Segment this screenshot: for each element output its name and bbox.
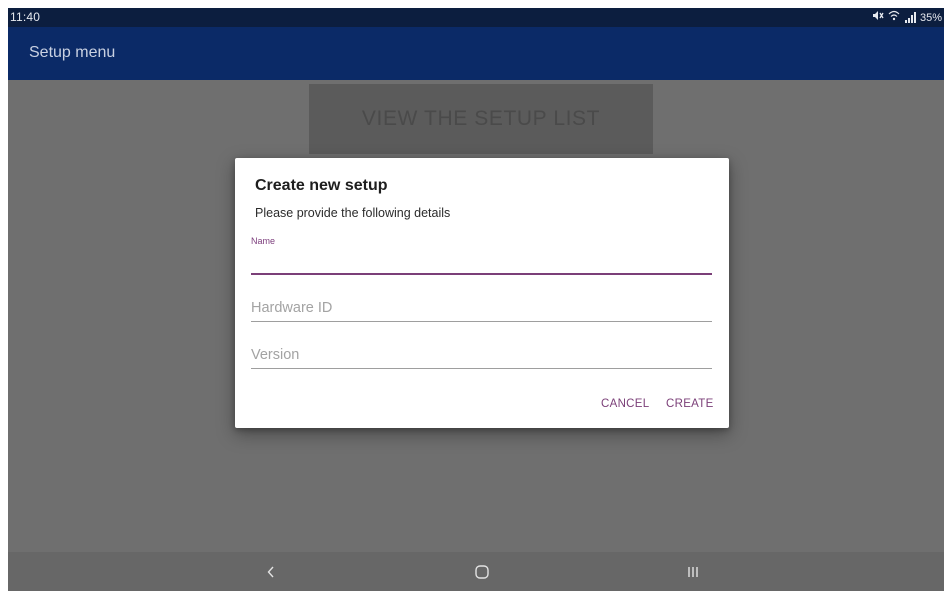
nav-recents-button[interactable] — [663, 552, 723, 591]
device-screen: 11:40 35% Setup menu VIEW THE SETUP LIST… — [8, 8, 944, 591]
hardware-id-field — [251, 298, 712, 324]
app-bar: Setup menu — [8, 27, 944, 80]
view-setup-list-button[interactable]: VIEW THE SETUP LIST — [309, 84, 653, 154]
version-underline — [251, 368, 712, 369]
back-icon — [266, 565, 276, 579]
status-bar: 11:40 35% — [8, 8, 944, 27]
home-icon — [474, 564, 490, 580]
wifi-icon — [888, 10, 900, 25]
cancel-button[interactable]: CANCEL — [601, 398, 649, 410]
hardware-id-underline — [251, 321, 712, 322]
app-title: Setup menu — [29, 44, 116, 61]
version-input[interactable] — [251, 345, 712, 365]
nav-back-button[interactable] — [241, 552, 301, 591]
hardware-id-input[interactable] — [251, 298, 712, 318]
version-field — [251, 345, 712, 371]
create-button[interactable]: CREATE — [666, 398, 714, 410]
recents-icon — [686, 565, 700, 579]
name-underline — [251, 273, 712, 275]
dialog-title: Create new setup — [255, 177, 388, 194]
name-input[interactable] — [251, 252, 712, 272]
dialog-subtitle: Please provide the following details — [255, 206, 451, 220]
create-setup-dialog: Create new setup Please provide the foll… — [235, 158, 729, 428]
name-label: Name — [251, 236, 276, 246]
navigation-bar — [8, 552, 944, 591]
signal-icon — [904, 12, 916, 23]
mute-icon — [872, 10, 884, 25]
battery-level: 35% — [919, 11, 942, 24]
status-icons: 35% — [872, 10, 942, 25]
status-time: 11:40 — [10, 10, 41, 24]
name-field: Name — [251, 236, 712, 276]
nav-home-button[interactable] — [452, 552, 512, 591]
